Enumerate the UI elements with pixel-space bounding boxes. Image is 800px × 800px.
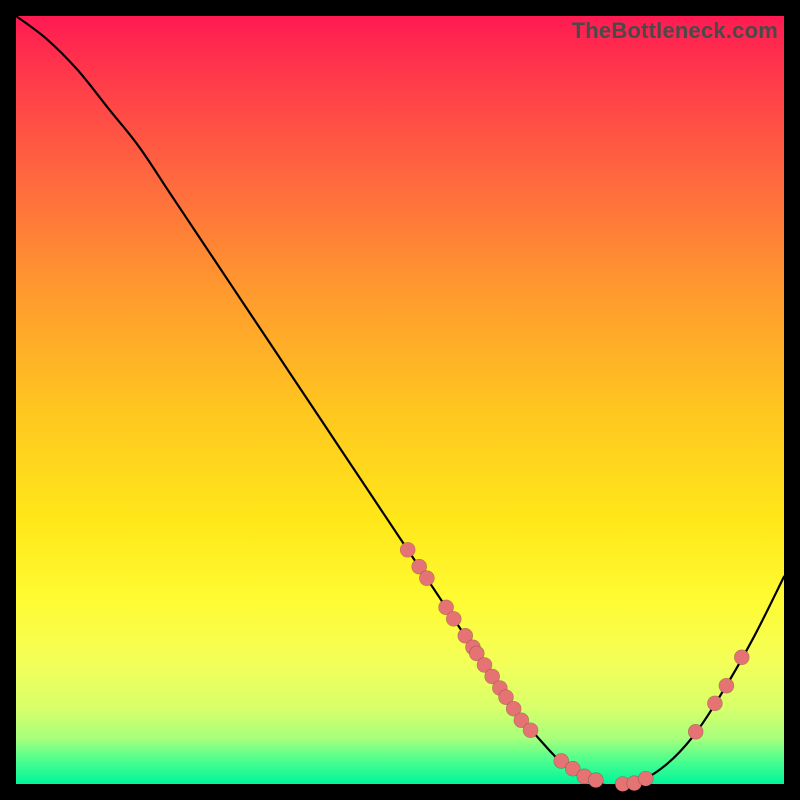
highlight-dot <box>719 678 734 693</box>
highlight-dots-group <box>400 542 749 791</box>
highlight-dot <box>419 571 434 586</box>
chart-svg <box>16 16 784 784</box>
highlight-dot <box>688 724 703 739</box>
highlight-dot <box>707 696 722 711</box>
highlight-dot <box>446 611 461 626</box>
chart-frame: TheBottleneck.com <box>16 16 784 784</box>
highlight-dot <box>638 771 653 786</box>
highlight-dot <box>523 723 538 738</box>
highlight-dot <box>588 773 603 788</box>
highlight-dot <box>400 542 415 557</box>
bottleneck-curve <box>16 16 784 786</box>
highlight-dot <box>734 650 749 665</box>
